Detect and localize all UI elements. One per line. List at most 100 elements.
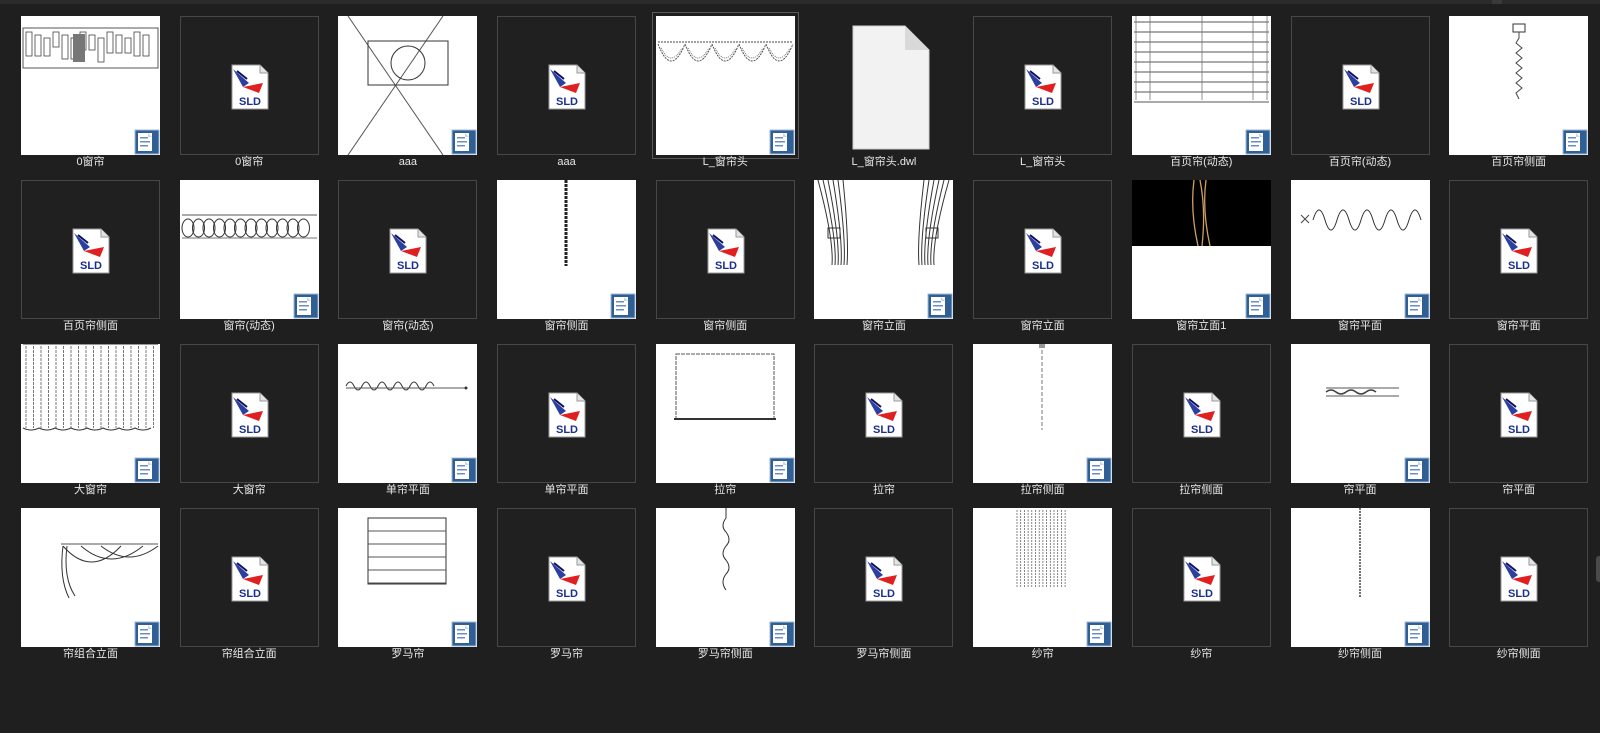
file-item[interactable]: SLD 大窗帘 bbox=[176, 342, 323, 496]
file-thumbnail-frame[interactable] bbox=[812, 178, 955, 321]
file-thumbnail-frame[interactable]: SLD bbox=[654, 178, 797, 321]
file-thumbnail-frame[interactable] bbox=[336, 342, 479, 485]
file-name-label: 罗马帘侧面 bbox=[697, 648, 753, 660]
file-item[interactable]: SLD 帘平面 bbox=[1445, 342, 1592, 496]
file-item[interactable]: 帘平面 bbox=[1287, 342, 1434, 496]
file-thumbnail-frame[interactable] bbox=[495, 178, 638, 321]
file-thumbnail-frame[interactable]: SLD bbox=[1130, 506, 1273, 649]
file-item[interactable]: SLD 纱帘 bbox=[1128, 506, 1275, 660]
file-thumbnail-frame[interactable] bbox=[19, 14, 162, 157]
file-item[interactable]: 拉帘 bbox=[652, 342, 799, 496]
file-thumbnail-frame[interactable]: SLD bbox=[495, 342, 638, 485]
file-item[interactable]: 窗帘侧面 bbox=[493, 178, 640, 332]
sld-file-icon: SLD bbox=[865, 556, 903, 602]
file-type-badge-icon bbox=[1086, 621, 1112, 647]
file-item[interactable]: SLD 窗帘(动态) bbox=[334, 178, 481, 332]
file-item[interactable]: SLD 拉帘 bbox=[810, 342, 957, 496]
file-thumbnail-frame[interactable] bbox=[1289, 506, 1432, 649]
file-thumbnail-frame[interactable] bbox=[1130, 178, 1273, 321]
file-type-badge-icon bbox=[769, 129, 795, 155]
drawing-thumbnail bbox=[1449, 16, 1589, 155]
file-type-badge-icon bbox=[1562, 129, 1588, 155]
file-item[interactable]: SLD 窗帘侧面 bbox=[652, 178, 799, 332]
file-thumbnail-frame[interactable]: SLD bbox=[1447, 506, 1590, 649]
file-thumbnail-frame[interactable] bbox=[19, 506, 162, 649]
file-item[interactable]: 拉帘侧面 bbox=[969, 342, 1116, 496]
file-item[interactable]: SLD 单帘平面 bbox=[493, 342, 640, 496]
file-thumbnail-frame[interactable]: SLD bbox=[178, 506, 321, 649]
svg-text:SLD: SLD bbox=[556, 96, 578, 108]
file-thumbnail-frame[interactable] bbox=[651, 12, 799, 159]
file-thumbnail-frame[interactable] bbox=[654, 506, 797, 649]
file-item[interactable]: SLD 罗马帘 bbox=[493, 506, 640, 660]
file-type-badge-icon bbox=[769, 621, 795, 647]
file-thumbnail-frame[interactable]: SLD bbox=[336, 178, 479, 321]
sld-thumbnail: SLD bbox=[1131, 344, 1271, 483]
file-item[interactable]: SLD 百页帘侧面 bbox=[17, 178, 164, 332]
file-item[interactable]: 单帘平面 bbox=[334, 342, 481, 496]
file-item[interactable]: SLD L_窗帘头 bbox=[969, 14, 1116, 168]
file-thumbnail-frame[interactable] bbox=[178, 178, 321, 321]
file-item[interactable]: SLD 拉帘侧面 bbox=[1128, 342, 1275, 496]
file-item[interactable]: 罗马帘侧面 bbox=[652, 506, 799, 660]
file-name-label: 纱帘 bbox=[1190, 648, 1213, 660]
sld-file-icon: SLD bbox=[72, 228, 110, 274]
file-thumbnail-frame[interactable] bbox=[1130, 14, 1273, 157]
file-thumbnail-frame[interactable]: SLD bbox=[1289, 14, 1432, 157]
file-name-label: aaa bbox=[557, 156, 576, 168]
file-thumbnail-frame[interactable] bbox=[1289, 178, 1432, 321]
file-thumbnail-frame[interactable]: SLD bbox=[812, 506, 955, 649]
file-thumbnail-frame[interactable]: SLD bbox=[178, 342, 321, 485]
file-thumbnail-frame[interactable]: SLD bbox=[1447, 178, 1590, 321]
scrollbar-thumb[interactable] bbox=[1596, 556, 1600, 582]
file-item[interactable]: 大窗帘 bbox=[17, 342, 164, 496]
file-thumbnail-frame[interactable]: SLD bbox=[495, 506, 638, 649]
sld-file-icon: SLD bbox=[1024, 64, 1062, 110]
file-thumbnail-frame[interactable]: SLD bbox=[1130, 342, 1273, 485]
file-item[interactable]: 百页帘侧面 bbox=[1445, 14, 1592, 168]
file-thumbnail-frame[interactable]: SLD bbox=[19, 178, 162, 321]
file-name-label: 拉帘侧面 bbox=[1179, 484, 1224, 496]
file-item[interactable]: SLD 罗马帘侧面 bbox=[810, 506, 957, 660]
sld-thumbnail: SLD bbox=[973, 16, 1113, 155]
file-item[interactable]: 0窗帘 bbox=[17, 14, 164, 168]
file-item[interactable]: 窗帘立面1 bbox=[1128, 178, 1275, 332]
file-thumbnail-frame[interactable]: SLD bbox=[178, 14, 321, 157]
file-item[interactable]: 纱帘 bbox=[969, 506, 1116, 660]
file-item[interactable]: 窗帘立面 bbox=[810, 178, 957, 332]
file-item[interactable]: L_窗帘头 bbox=[651, 12, 799, 168]
file-item[interactable]: SLD 纱帘侧面 bbox=[1445, 506, 1592, 660]
file-item[interactable]: SLD 帘组合立面 bbox=[176, 506, 323, 660]
drawing-thumbnail bbox=[973, 344, 1113, 483]
file-thumbnail-frame[interactable] bbox=[971, 342, 1114, 485]
file-thumbnail-frame[interactable] bbox=[1447, 14, 1590, 157]
svg-text:SLD: SLD bbox=[873, 424, 895, 436]
file-thumbnail-frame[interactable] bbox=[1289, 342, 1432, 485]
file-item[interactable]: 窗帘平面 bbox=[1287, 178, 1434, 332]
file-thumbnail-frame[interactable] bbox=[654, 342, 797, 485]
file-thumbnail-frame[interactable] bbox=[971, 506, 1114, 649]
file-item[interactable]: SLD 百页帘(动态) bbox=[1287, 14, 1434, 168]
file-item[interactable]: SLD 0窗帘 bbox=[176, 14, 323, 168]
file-thumbnail-frame[interactable] bbox=[336, 506, 479, 649]
file-item[interactable]: SLD aaa bbox=[493, 14, 640, 168]
file-thumbnail-frame[interactable]: SLD bbox=[495, 14, 638, 157]
file-thumbnail-frame[interactable] bbox=[336, 14, 479, 157]
file-item[interactable]: SLD 窗帘立面 bbox=[969, 178, 1116, 332]
file-thumbnail-frame[interactable]: SLD bbox=[971, 178, 1114, 321]
file-item[interactable]: 百页帘(动态) bbox=[1128, 14, 1275, 168]
file-thumbnail-frame[interactable]: SLD bbox=[1447, 342, 1590, 485]
file-thumbnail-frame[interactable]: SLD bbox=[971, 14, 1114, 157]
file-thumbnail-frame[interactable] bbox=[812, 14, 955, 157]
file-item[interactable]: L_窗帘头.dwl bbox=[810, 14, 957, 168]
file-name-label: 大窗帘 bbox=[74, 484, 107, 496]
file-item[interactable]: aaa bbox=[334, 14, 481, 168]
file-item[interactable]: 窗帘(动态) bbox=[176, 178, 323, 332]
file-item[interactable]: 帘组合立面 bbox=[17, 506, 164, 660]
sld-file-icon: SLD bbox=[1500, 556, 1538, 602]
file-item[interactable]: 纱帘侧面 bbox=[1287, 506, 1434, 660]
file-item[interactable]: SLD 窗帘平面 bbox=[1445, 178, 1592, 332]
file-item[interactable]: 罗马帘 bbox=[334, 506, 481, 660]
file-thumbnail-frame[interactable]: SLD bbox=[812, 342, 955, 485]
file-thumbnail-frame[interactable] bbox=[19, 342, 162, 485]
